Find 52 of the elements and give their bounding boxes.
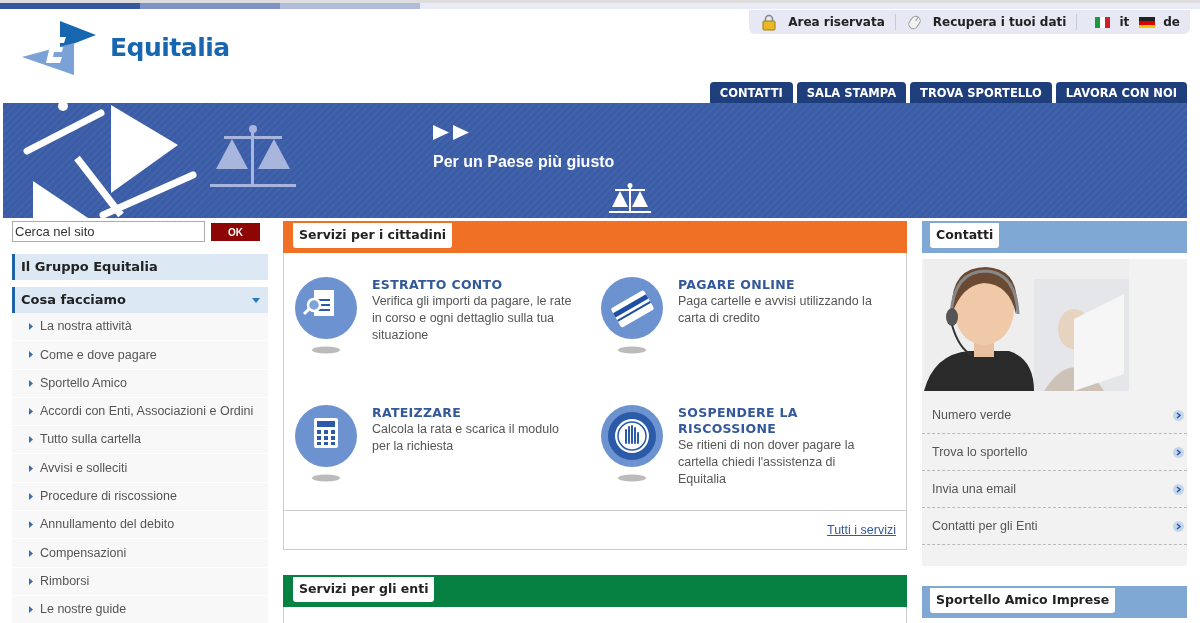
bullet-icon xyxy=(29,379,33,387)
service-title[interactable]: SOSPENDERE LA RISCOSSIONE xyxy=(678,405,883,437)
sidebar-subitem[interactable]: Rimborsi xyxy=(40,571,90,591)
service-description: Se ritieni di non dover pagare la cartella chiedi l'assistenza di Equitalia xyxy=(678,437,856,488)
bullet-icon xyxy=(29,606,33,614)
bullet-icon xyxy=(29,577,33,585)
banner-tagline: Per un Paese più giusto xyxy=(433,152,616,172)
sidebar-item[interactable]: Cosa facciamo xyxy=(12,287,268,313)
bullet-icon xyxy=(29,549,33,557)
bullet-icon xyxy=(29,464,33,472)
bullet-icon xyxy=(29,323,33,331)
language-link[interactable]: it xyxy=(1119,13,1130,31)
search-field[interactable]: Cerca nel sito xyxy=(12,221,205,242)
arrow-circle-icon xyxy=(1173,409,1184,421)
sidebar-item[interactable]: Il Gruppo Equitalia xyxy=(12,254,268,280)
arrow-circle-icon xyxy=(1173,520,1184,532)
arrow-circle-icon xyxy=(1173,446,1184,458)
bullet-icon xyxy=(29,521,33,529)
all-services-link[interactable]: Tutti i servizi xyxy=(827,520,896,540)
service-title[interactable]: RATEIZZARE xyxy=(372,405,577,421)
nav-tab[interactable]: CONTATTI xyxy=(709,82,793,103)
contact-link[interactable]: Trova lo sportello xyxy=(932,442,1028,462)
service-description: Verifica gli importi da pagare, le rate in corso e ogni dettaglio sulla tua situazione xyxy=(372,293,573,344)
panel-title: Servizi per i cittadini xyxy=(293,223,453,248)
panel-title: Sportello Amico Imprese xyxy=(930,588,1116,613)
bullet-icon xyxy=(29,436,33,444)
logo-text: Equitalia xyxy=(110,32,230,65)
bullet-icon xyxy=(29,492,33,500)
scale-icon xyxy=(609,183,651,215)
utility-link[interactable]: Area riservata xyxy=(788,13,885,31)
search-button[interactable]: OK xyxy=(211,223,260,241)
nav-tab[interactable]: LAVORA CON NOI xyxy=(1055,82,1187,103)
service-title[interactable]: ESTRATTO CONTO xyxy=(372,277,577,293)
contact-link[interactable]: Invia una email xyxy=(932,479,1017,499)
language-link[interactable]: de xyxy=(1163,13,1180,31)
service-title[interactable]: PAGARE ONLINE xyxy=(678,277,883,293)
play-icon xyxy=(433,125,471,140)
nav-tab[interactable]: TROVA SPORTELLO xyxy=(910,82,1052,103)
contact-link[interactable]: Contatti per gli Enti xyxy=(932,516,1038,536)
contact-link[interactable]: Numero verde xyxy=(932,405,1012,425)
bullet-icon xyxy=(29,351,33,359)
lock-icon xyxy=(761,13,779,31)
utility-link[interactable]: Recupera i tuoi dati xyxy=(932,13,1067,31)
panel-title: Servizi per gli enti xyxy=(293,577,435,602)
flag-icon xyxy=(1139,16,1156,28)
flag-icon xyxy=(1095,16,1112,28)
arrow-circle-icon xyxy=(1173,483,1184,495)
service-description: Paga cartelle e avvisi utilizzando la carta di credito xyxy=(678,293,873,327)
bullet-icon xyxy=(29,408,33,416)
nav-tab[interactable]: SALA STAMPA xyxy=(796,82,907,103)
panel-title: Contatti xyxy=(930,223,1000,248)
service-description: Calcola la rata e scarica il modulo per la richiesta xyxy=(372,421,560,455)
